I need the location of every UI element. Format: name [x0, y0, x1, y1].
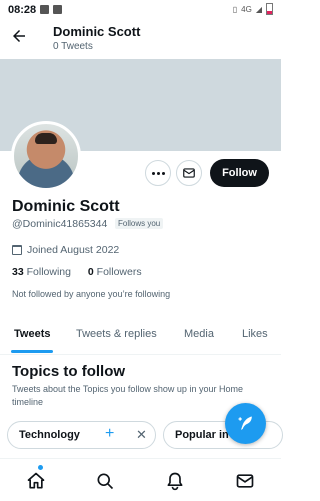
compose-button[interactable]: [225, 403, 266, 444]
status-time: 08:28: [8, 4, 37, 16]
status-indicators: ▯ 4G ◢: [233, 3, 273, 15]
vibrate-icon: ▯: [232, 4, 238, 14]
tab-tweets[interactable]: Tweets: [14, 328, 50, 340]
follow-counts: 33 Following 0 Followers: [12, 266, 142, 278]
app-notification-icon: [53, 5, 62, 14]
profile-handle: @Dominic41865344: [12, 218, 108, 230]
active-tab-indicator: [11, 350, 53, 353]
network-label: 4G: [241, 4, 252, 14]
photo-notification-icon: [40, 5, 49, 14]
search-icon[interactable]: [95, 471, 115, 491]
following-label: Following: [26, 266, 71, 278]
topics-title: Topics to follow: [12, 363, 126, 380]
avatar[interactable]: [11, 121, 81, 191]
topic-chip-technology[interactable]: Technology + ✕: [7, 421, 156, 449]
messages-icon[interactable]: [235, 471, 255, 491]
not-followed-text: Not followed by anyone you’re following: [12, 289, 171, 299]
message-button[interactable]: [176, 160, 202, 186]
topbar-name: Dominic Scott: [53, 24, 141, 39]
compose-icon: [238, 416, 252, 430]
more-icon: [152, 172, 155, 175]
profile-topbar: Dominic Scott 0 Tweets: [0, 22, 281, 58]
followers-label: Followers: [96, 266, 142, 278]
mail-icon: [183, 168, 195, 178]
avatar-hair: [35, 133, 57, 144]
tab-likes[interactable]: Likes: [242, 328, 268, 340]
plus-icon[interactable]: +: [105, 425, 114, 443]
topic-chip-label: Popular in: [175, 429, 229, 441]
notifications-icon[interactable]: [165, 471, 185, 491]
signal-icon: ◢: [255, 4, 262, 14]
followers-count: 0: [87, 266, 94, 278]
status-bar: 08:28 ▯ 4G ◢: [0, 0, 281, 22]
calendar-icon: [12, 245, 22, 255]
home-icon[interactable]: [26, 471, 46, 491]
joined-date: Joined August 2022: [12, 244, 119, 256]
joined-text: Joined August 2022: [27, 244, 120, 256]
following-count: 33: [12, 266, 24, 278]
topics-description: Tweets about the Topics you follow show …: [12, 384, 243, 407]
following-link[interactable]: 33 Following: [12, 266, 71, 278]
bottom-nav: [0, 458, 281, 501]
close-icon[interactable]: ✕: [136, 427, 147, 443]
tab-media[interactable]: Media: [184, 328, 214, 340]
home-notification-dot: [38, 465, 43, 470]
battery-icon: [266, 3, 273, 15]
back-arrow-icon[interactable]: [10, 27, 28, 45]
followers-link[interactable]: 0 Followers: [88, 266, 142, 278]
tab-tweets-replies[interactable]: Tweets & replies: [76, 328, 157, 340]
more-button[interactable]: [145, 160, 171, 186]
profile-name: Dominic Scott: [12, 198, 120, 215]
topic-chip-label: Technology: [19, 429, 80, 441]
follow-button[interactable]: Follow: [210, 159, 269, 187]
topbar-tweet-count: 0 Tweets: [53, 41, 93, 52]
follows-you-badge: Follows you: [115, 218, 164, 229]
